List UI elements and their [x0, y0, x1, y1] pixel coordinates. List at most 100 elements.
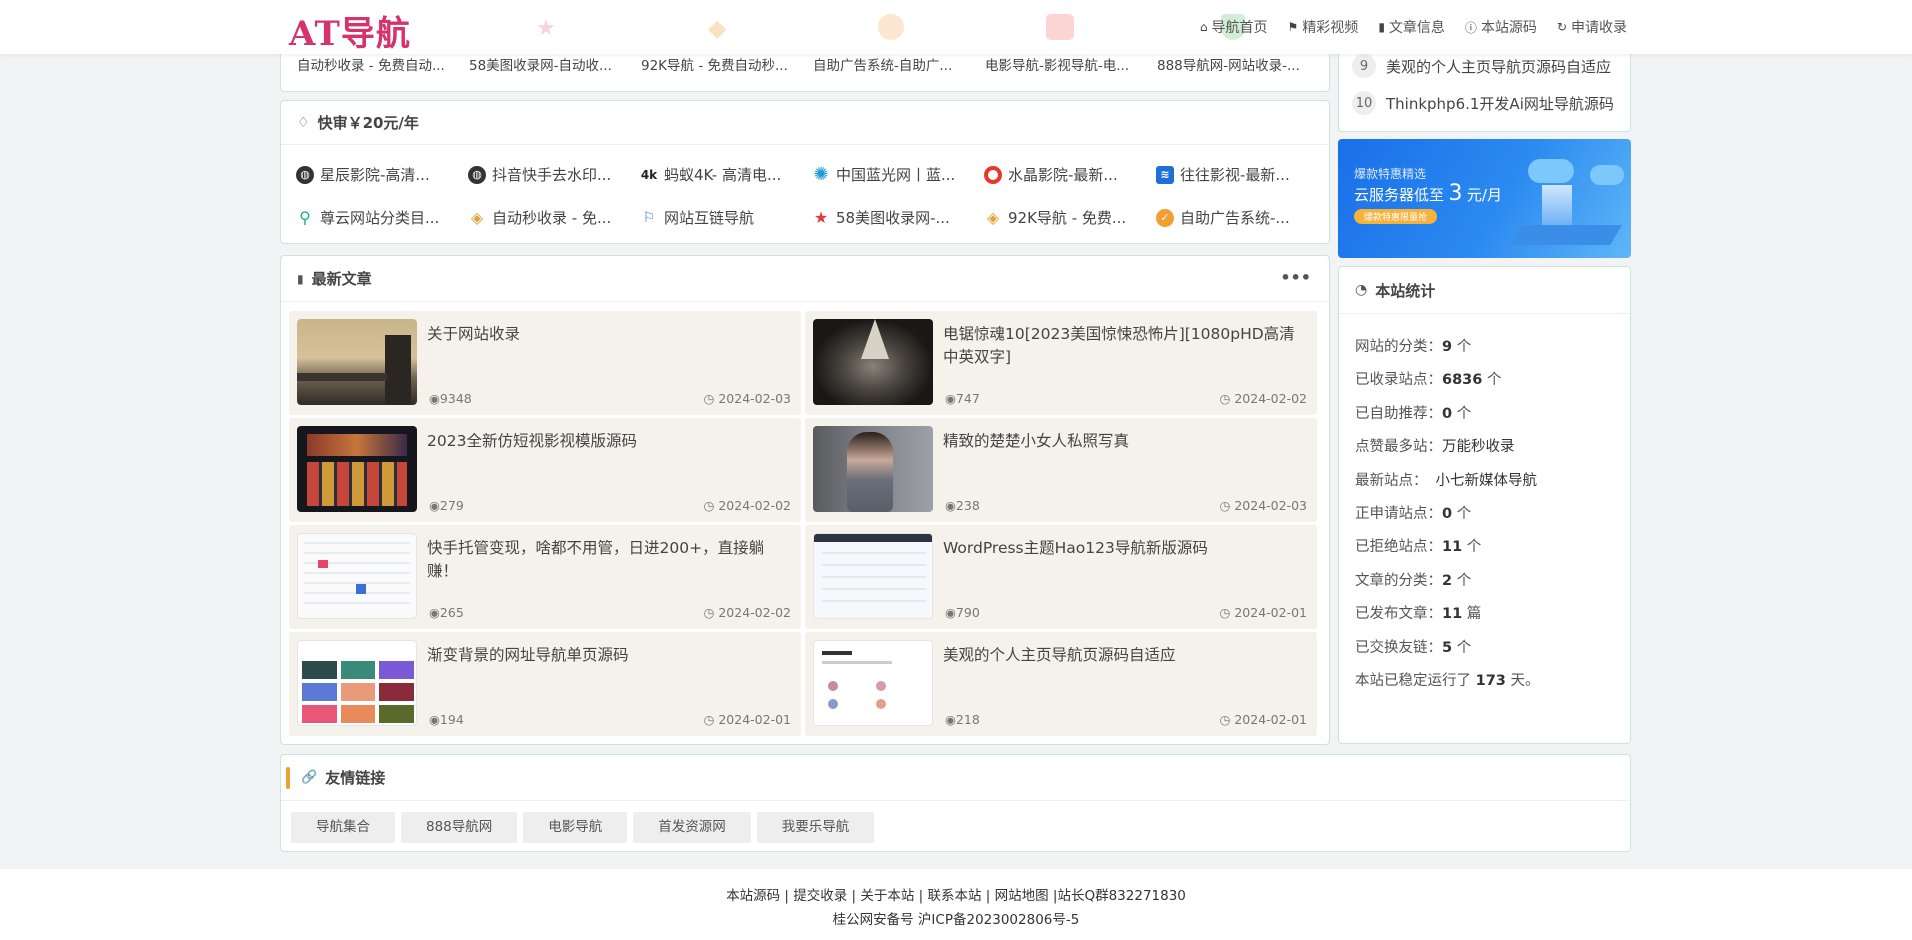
recent-site-link[interactable]: 58美图收录网-自动收... [469, 54, 641, 74]
recent-site-link[interactable]: 自助广告系统-自助广... [813, 54, 985, 74]
article-card[interactable]: WordPress主题Hao123导航新版源码 ◉790 ◷ 2024-02-0… [805, 525, 1317, 629]
friend-link[interactable]: 导航集合 [291, 812, 395, 843]
ring-icon [984, 165, 1002, 184]
article-card[interactable]: 渐变背景的网址导航单页源码 ◉194 ◷ 2024-02-01 [289, 632, 801, 736]
nav-apply[interactable]: ↻ 申请收录 [1557, 17, 1627, 37]
site-link[interactable]: ◈ 自动秒收录 - 免... [468, 207, 640, 228]
latest-articles-card: ▮ 最新文章 ••• 关于网站收录 ◉9348 ◷ 2024-02-03 电锯惊… [280, 255, 1330, 745]
site-link[interactable]: ⚲ 尊云网站分类目... [296, 207, 468, 228]
link-icon: ⚐ [640, 208, 658, 227]
site-link[interactable]: 水晶影院-最新... [984, 164, 1156, 185]
stat-row: 已发布文章：11 篇 [1355, 602, 1481, 623]
clock-icon: ◷ [1219, 712, 1231, 727]
nav-source[interactable]: ⓘ 本站源码 [1465, 17, 1537, 37]
site-link[interactable]: ≋ 往往影视-最新... [1156, 164, 1328, 185]
text-line [822, 661, 892, 664]
article-views-value: 279 [439, 498, 464, 513]
globe-icon: ◍ [468, 165, 486, 184]
article-card[interactable]: 快手托管变现，啥都不用管，日进200+，直接躺赚！ ◉265 ◷ 2024-02… [289, 525, 801, 629]
tile [379, 705, 414, 723]
footer-links[interactable]: 本站源码 | 提交收录 | 关于本站 | 联系本站 | 网站地图 |站长Q群83… [0, 884, 1912, 904]
article-views-value: 238 [955, 498, 980, 513]
friend-link[interactable]: 首发资源网 [633, 812, 751, 843]
stat-unit: 篇 [1462, 606, 1482, 622]
stat-unit: 个 [1452, 506, 1472, 522]
nav-home[interactable]: ⌂ 导航首页 [1200, 17, 1268, 37]
article-views: ◉279 [429, 498, 464, 513]
stat-value: 5 [1442, 640, 1453, 656]
tile [379, 683, 414, 701]
ad-price: 3 [1448, 181, 1463, 206]
site-link[interactable]: ✓ 自助广告系统-... [1156, 207, 1328, 228]
stat-label: 点赞最多站： [1355, 439, 1442, 455]
nav-home-label: 导航首页 [1211, 20, 1268, 36]
article-date: ◷ 2024-02-01 [1219, 712, 1307, 727]
friend-link[interactable]: 电影导航 [523, 812, 628, 843]
castle-silhouette [385, 335, 411, 405]
star-icon: ★ [812, 208, 830, 227]
article-date: ◷ 2024-02-02 [1219, 391, 1307, 406]
recent-site-link[interactable]: 自动秒收录 - 免费自动... [297, 54, 469, 74]
site-link[interactable]: 4k 蚂蚁4K- 高清电... [640, 164, 812, 185]
site-link-label: 中国蓝光网丨蓝... [836, 166, 956, 184]
article-date-value: 2024-02-02 [718, 605, 791, 620]
friend-link[interactable]: 888导航网 [401, 812, 518, 843]
stat-label: 正申请站点： [1355, 506, 1442, 522]
article-card[interactable]: 精致的楚楚小女人私照写真 ◉238 ◷ 2024-02-03 [805, 418, 1317, 522]
nav-articles-label: 文章信息 [1388, 20, 1445, 36]
article-card[interactable]: 2023全新仿短视影视模版源码 ◉279 ◷ 2024-02-02 [289, 418, 801, 522]
ad-button[interactable]: 爆款特惠限量抢 [1354, 209, 1438, 224]
article-card[interactable]: 美观的个人主页导航页源码自适应 ◉218 ◷ 2024-02-01 [805, 632, 1317, 736]
article-date-value: 2024-02-01 [1234, 712, 1307, 727]
article-title: 美观的个人主页导航页源码自适应 [943, 646, 1176, 664]
article-thumbnail [813, 426, 933, 512]
tile [302, 661, 337, 679]
site-link[interactable]: ✺ 中国蓝光网丨蓝... [812, 164, 984, 185]
article-date: ◷ 2024-02-01 [1219, 605, 1307, 620]
tile [302, 705, 337, 723]
page-footer: 本站源码 | 提交收录 | 关于本站 | 联系本站 | 网站地图 |站长Q群83… [0, 869, 1912, 940]
hot-article-item[interactable]: 10 Thinkphp6.1开发Ai网址导航源码 [1352, 91, 1614, 115]
cloud-server-ad[interactable]: 爆款特惠精选 云服务器低至 3 元/月 爆款特惠限量抢 [1338, 139, 1631, 258]
clock-icon: ◷ [703, 605, 715, 620]
site-link[interactable]: ◍ 星辰影院-高清... [296, 164, 468, 185]
nav-videos[interactable]: ⚑ 精彩视频 [1288, 17, 1359, 37]
article-thumbnail [813, 319, 933, 405]
recent-site-link[interactable]: 92K导航 - 免费自动秒... [641, 54, 813, 74]
site-link[interactable]: ◍ 抖音快手去水印... [468, 164, 640, 185]
friend-links-title: 友情链接 [325, 769, 386, 787]
nav-articles[interactable]: ▮ 文章信息 [1378, 17, 1445, 37]
site-link-label: 往往影视-最新... [1180, 166, 1290, 184]
article-card[interactable]: 电锯惊魂10[2023美国惊悚恐怖片][1080pHD高清中英双字] ◉747 … [805, 311, 1317, 415]
more-icon[interactable]: ••• [1280, 268, 1311, 287]
fast-review-row-2: ⚲ 尊云网站分类目... ◈ 自动秒收录 - 免... ⚐ 网站互链导航 ★ 58美图收… [296, 207, 1328, 228]
stat-unit: 个 [1452, 573, 1472, 589]
bridge-silhouette [297, 373, 387, 381]
footer-icp[interactable]: 桂公网安备号 沪ICP备2023002806号-5 [0, 908, 1912, 928]
stat-unit: 个 [1482, 372, 1502, 388]
recent-site-link[interactable]: 电影导航-影视导航-电... [985, 54, 1157, 74]
site-logo[interactable]: AT导航 [289, 6, 411, 55]
info-icon: ⓘ [1464, 20, 1477, 35]
screenshot-mock [304, 542, 410, 612]
stat-value[interactable]: 万能秒收录 [1442, 439, 1515, 455]
stat-row: 文章的分类：2 个 [1355, 569, 1471, 590]
hot-article-item[interactable]: 9 美观的个人主页导航页源码自适应 [1352, 54, 1611, 78]
article-date-value: 2024-02-03 [718, 391, 791, 406]
clock-icon: ◷ [703, 498, 715, 513]
article-date-value: 2024-02-02 [1234, 391, 1307, 406]
poster-grid [307, 462, 407, 506]
site-link[interactable]: ★ 58美图收录网-... [812, 207, 984, 228]
friend-link[interactable]: 我要乐导航 [756, 812, 875, 843]
fast-review-header: ♢ 快审￥20元/年 [281, 101, 1329, 145]
globe-icon: ◍ [296, 165, 314, 184]
article-card[interactable]: 关于网站收录 ◉9348 ◷ 2024-02-03 [289, 311, 801, 415]
site-link[interactable]: ◈ 92K导航 - 免费... [984, 207, 1156, 228]
article-title: 精致的楚楚小女人私照写真 [943, 432, 1130, 450]
nav-source-label: 本站源码 [1480, 20, 1537, 36]
friend-links-accent [286, 767, 290, 789]
site-link[interactable]: ⚐ 网站互链导航 [640, 207, 812, 228]
stat-value[interactable]: 小七新媒体导航 [1428, 473, 1538, 489]
tile [340, 705, 376, 723]
recent-site-link[interactable]: 888导航网-网站收录-... [1157, 54, 1329, 74]
